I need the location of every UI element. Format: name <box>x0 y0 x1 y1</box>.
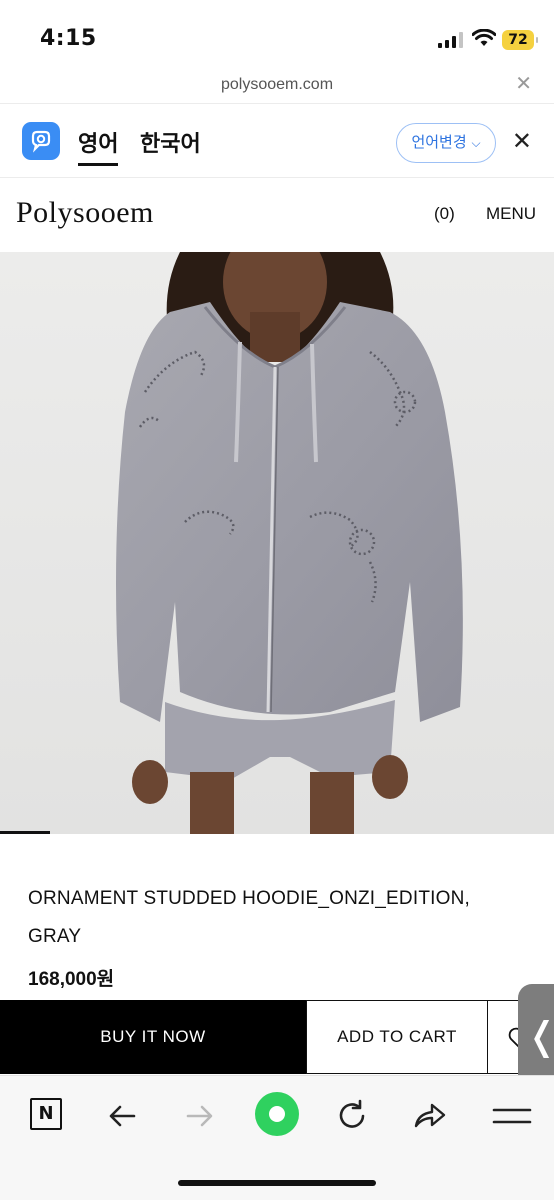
language-change-button[interactable]: 언어변경 ⌵ <box>396 123 496 163</box>
add-to-cart-button[interactable]: ADD TO CART <box>306 1000 488 1074</box>
forward-arrow-icon[interactable] <box>178 1094 222 1138</box>
chevron-down-icon: ⌵ <box>471 136 481 150</box>
translator-logo-icon <box>22 122 60 160</box>
product-name: ORNAMENT STUDDED HOODIE_ONZI_EDITION, GR… <box>28 888 470 947</box>
back-arrow-icon[interactable] <box>100 1094 144 1138</box>
home-indicator <box>178 1180 376 1186</box>
site-logo[interactable]: Polysooem <box>16 196 154 230</box>
menu-icon[interactable] <box>490 1094 534 1138</box>
green-circle-icon[interactable] <box>255 1092 299 1136</box>
url-bar[interactable]: polysooem.com ✕ <box>0 66 554 104</box>
product-price: 168,000원 <box>28 969 115 990</box>
site-header: Polysooem (0) MENU <box>0 178 554 252</box>
tab-source-language[interactable]: 영어 <box>78 126 119 166</box>
translate-close-icon[interactable]: ✕ <box>512 130 532 154</box>
product-photo-illustration <box>0 252 554 834</box>
tab-target-language[interactable]: 한국어 <box>140 126 201 166</box>
signal-icon <box>438 32 463 48</box>
url-text[interactable]: polysooem.com <box>0 76 554 94</box>
battery-indicator: 72 <box>502 30 538 50</box>
close-icon[interactable]: ✕ <box>515 74 532 94</box>
language-change-label: 언어변경 <box>411 133 467 151</box>
buy-now-button[interactable]: BUY IT NOW <box>0 1000 306 1074</box>
chevron-left-icon: ❬ <box>526 1016 554 1056</box>
translate-bar: 영어 한국어 언어변경 ⌵ ✕ <box>0 104 554 178</box>
product-image[interactable] <box>0 252 554 834</box>
status-bar: 4:15 72 <box>0 0 554 66</box>
status-time: 4:15 <box>40 26 97 51</box>
naver-n-icon[interactable]: N <box>30 1098 62 1130</box>
menu-button[interactable]: MENU <box>486 204 536 224</box>
image-slide-indicator <box>0 831 50 834</box>
wifi-icon <box>472 29 496 46</box>
share-icon[interactable] <box>408 1094 452 1138</box>
cart-count[interactable]: (0) <box>434 204 455 224</box>
refresh-icon[interactable] <box>330 1094 374 1138</box>
